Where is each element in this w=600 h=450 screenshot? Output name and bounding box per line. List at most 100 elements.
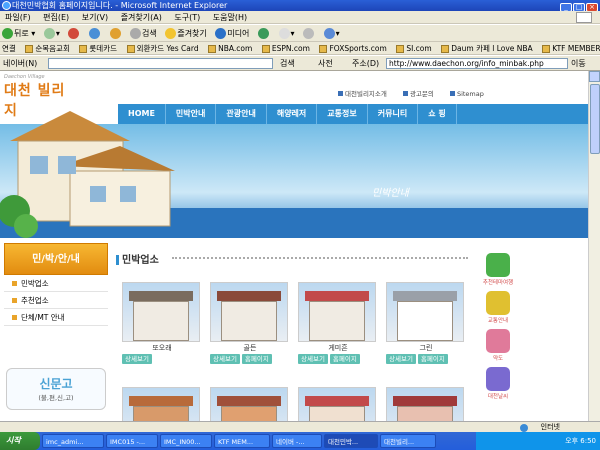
link-item[interactable]: Daum 카페 l Love NBA — [441, 42, 533, 54]
forward-button[interactable]: ▾ — [43, 25, 60, 41]
url-input[interactable]: http://www.daechon.org/info_minbak.php — [386, 58, 568, 69]
weather-icon — [486, 367, 510, 391]
complaint-banner[interactable]: 신문고 (불,편,신,고) — [6, 368, 106, 410]
menu-edit[interactable]: 편집(E) — [43, 13, 69, 22]
nav-leisure[interactable]: 해양레저 — [267, 104, 318, 124]
sidebar-item-group[interactable]: 단체/MT 안내 — [4, 310, 108, 326]
lodging-photo[interactable] — [298, 387, 376, 421]
lodging-photo[interactable] — [210, 387, 288, 421]
quick-map[interactable]: 약도 — [478, 329, 518, 362]
hero-caption: 민박안내 — [372, 188, 409, 199]
back-button[interactable]: 뒤로 ▾ — [2, 25, 35, 41]
ie-logo-icon — [2, 1, 11, 10]
refresh-button[interactable] — [88, 25, 101, 41]
homepage-button[interactable]: 홈페이지 — [417, 354, 448, 364]
start-button[interactable]: 시작 — [0, 432, 40, 450]
lodging-card — [122, 387, 202, 421]
stop-icon — [68, 28, 80, 39]
complaint-title: 신문고 — [39, 377, 73, 391]
homepage-button[interactable]: 홈페이지 — [241, 354, 272, 364]
search-button[interactable]: 검색 — [130, 25, 157, 41]
lodging-card — [210, 387, 290, 421]
window-title: 대천민박협회 홈페이지입니다. - Microsoft Internet Exp… — [12, 1, 228, 10]
detail-button[interactable]: 상세보기 — [298, 354, 328, 364]
sidebar-item-minbak[interactable]: 민박업소 — [4, 276, 108, 292]
nav-traffic[interactable]: 교통정보 — [317, 104, 368, 124]
nav-shopping[interactable]: 쇼 핑 — [418, 104, 457, 124]
print-button[interactable] — [303, 25, 315, 41]
taskbar-item-active[interactable]: 대천민박... — [324, 434, 378, 448]
sitemap-link[interactable]: Sitemap — [449, 90, 491, 98]
lodging-photo[interactable] — [122, 387, 200, 421]
menu-file[interactable]: 파일(F) — [5, 13, 31, 22]
dictionary-button[interactable]: 사전 — [318, 56, 333, 70]
scroll-up-button[interactable] — [589, 71, 600, 82]
taskbar-item[interactable]: IMC015 -... — [106, 434, 158, 448]
link-item[interactable]: 외환카드 Yes Card — [126, 42, 199, 54]
edit-button[interactable]: ▾ — [323, 25, 340, 41]
taskbar-item[interactable]: IMC_IN00... — [160, 434, 212, 448]
lodging-card: 골든 상세보기 홈페이지 — [210, 282, 290, 364]
link-item[interactable]: FOXSports.com — [319, 42, 387, 54]
maximize-button[interactable]: □ — [573, 3, 585, 11]
close-button[interactable]: × — [586, 3, 598, 11]
history-button[interactable] — [257, 25, 270, 41]
quick-traffic[interactable]: 교통안내 — [478, 291, 518, 324]
lodging-photo[interactable] — [122, 282, 200, 342]
search-icon — [130, 28, 142, 39]
quick-theme-travel[interactable]: 추천테마여행 — [478, 253, 518, 286]
naver-search-input[interactable] — [48, 58, 273, 69]
mail-button[interactable]: ▾ — [278, 25, 295, 41]
nav-minbak[interactable]: 민박안내 — [166, 104, 217, 124]
taskbar-item[interactable]: KTF MEM... — [214, 434, 270, 448]
taskbar: 시작 imc_admi... IMC015 -... IMC_IN00... K… — [0, 432, 600, 450]
link-item[interactable]: ESPN.com — [261, 42, 310, 54]
taskbar-item[interactable]: 대천빌리... — [380, 434, 436, 448]
link-item[interactable]: 롯데카드 — [79, 42, 117, 54]
naver-search-button[interactable]: 검색 — [280, 56, 295, 70]
go-button[interactable]: 이동 — [571, 56, 586, 70]
lodging-photo[interactable] — [210, 282, 288, 342]
menu-view[interactable]: 보기(V) — [82, 13, 108, 22]
taskbar-item[interactable]: 네이버 -... — [272, 434, 322, 448]
nav-tour[interactable]: 관광안내 — [216, 104, 267, 124]
lodging-name: 또오래 — [152, 344, 172, 352]
vertical-scrollbar[interactable] — [588, 71, 600, 421]
scroll-thumb[interactable] — [590, 84, 600, 154]
menu-help[interactable]: 도움말(H) — [213, 13, 247, 22]
homepage-button[interactable]: 홈페이지 — [329, 354, 360, 364]
bullet-icon — [338, 91, 343, 96]
about-link[interactable]: 대천빌리지소개 — [338, 90, 394, 98]
link-item[interactable]: 순복음교회 — [25, 42, 70, 54]
lodging-card: 그린 상세보기 홈페이지 — [386, 282, 466, 364]
lodging-photo[interactable] — [298, 282, 376, 342]
print-icon — [303, 28, 315, 39]
sidebar-item-recommended[interactable]: 추천업소 — [4, 293, 108, 309]
media-button[interactable]: 미디어 — [215, 25, 249, 41]
nav-home[interactable]: HOME — [118, 104, 166, 124]
link-item[interactable]: SI.com — [396, 42, 432, 54]
lodging-name: 골든 — [243, 344, 257, 352]
lodging-photo[interactable] — [386, 387, 464, 421]
taskbar-item[interactable]: imc_admi... — [42, 434, 104, 448]
favorites-button[interactable]: 즐겨찾기 — [165, 25, 207, 41]
quick-weather[interactable]: 대천날씨 — [478, 367, 518, 400]
statusbar: 인터넷 — [0, 421, 600, 432]
content-title: 민박업소 — [116, 251, 159, 266]
stop-button[interactable] — [68, 25, 80, 41]
minimize-button[interactable]: _ — [560, 3, 572, 11]
web-page: Daechon Village 대천 빌리지 대천빌리지소개 광고문의 Site… — [0, 71, 588, 421]
nav-community[interactable]: 커뮤니티 — [368, 104, 419, 124]
link-item[interactable]: NBA.com — [208, 42, 252, 54]
link-item[interactable]: KTF MEMBERS — [542, 42, 600, 54]
links-label: 연결 — [2, 44, 16, 53]
lodging-photo[interactable] — [386, 282, 464, 342]
home-button[interactable] — [109, 25, 122, 41]
menu-favorites[interactable]: 즐겨찾기(A) — [121, 13, 162, 22]
detail-button[interactable]: 상세보기 — [122, 354, 152, 364]
detail-button[interactable]: 상세보기 — [386, 354, 416, 364]
ad-inquiry-link[interactable]: 광고문의 — [402, 90, 441, 98]
menu-tools[interactable]: 도구(T) — [174, 13, 200, 22]
detail-button[interactable]: 상세보기 — [210, 354, 240, 364]
clock[interactable]: 오후 6:50 — [565, 437, 596, 445]
